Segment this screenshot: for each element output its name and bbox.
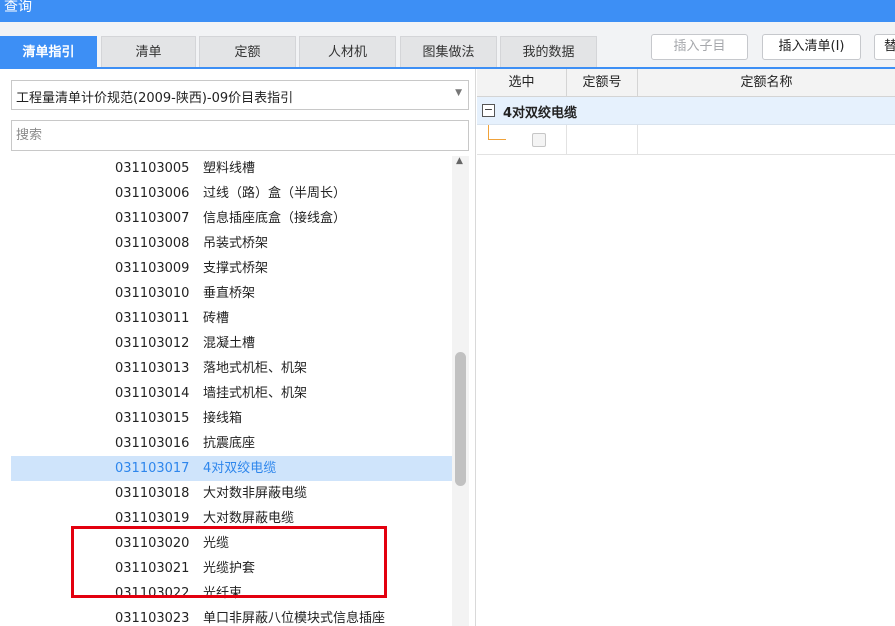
tree-item-name: 过线（路）盒（半周长） — [203, 186, 347, 201]
tree-item-code: 031103009 — [115, 261, 190, 276]
tab-atlas-method[interactable]: 图集做法 — [400, 36, 497, 68]
tree-item[interactable]: 031103006 过线（路）盒（半周长） — [11, 181, 452, 206]
search-input[interactable] — [11, 120, 469, 151]
tree-item[interactable]: 031103018 大对数非屏蔽电缆 — [11, 481, 452, 506]
tree-item-name: 塑料线槽 — [203, 161, 256, 176]
tree-item-code: 031103011 — [115, 311, 190, 326]
tab-my-data[interactable]: 我的数据 — [500, 36, 597, 68]
scrollbar-thumb[interactable] — [455, 352, 466, 486]
tree-item-code: 031103019 — [115, 511, 190, 526]
tree-item-code: 031103015 — [115, 411, 190, 426]
list-guide-tree: 031103005 塑料线槽 031103006 过线（路）盒（半周长） 0311030… — [11, 156, 452, 626]
tree-item-code: 031103021 — [115, 561, 190, 576]
tree-item[interactable]: 031103020 光缆 — [11, 531, 452, 556]
column-header-select[interactable]: 选中 — [477, 69, 567, 96]
tree-connector-line — [488, 139, 506, 140]
tree-item[interactable]: 031103014 墙挂式机柜、机架 — [11, 381, 452, 406]
tree-connector-line — [488, 125, 489, 139]
tree-item-code: 031103023 — [115, 611, 190, 626]
tree-item-name: 4对双绞电缆 — [203, 461, 277, 476]
replace-button[interactable]: 替 — [874, 34, 895, 60]
tree-item-name: 垂直桥架 — [203, 286, 256, 301]
tree-item[interactable]: 031103009 支撑式桥架 — [11, 256, 452, 281]
grid-header: 选中 定额号 定额名称 — [477, 69, 895, 97]
tree-item[interactable]: 031103008 吊装式桥架 — [11, 231, 452, 256]
tab-list-guide[interactable]: 清单指引 — [0, 36, 97, 68]
tree-item[interactable]: 031103005 塑料线槽 — [11, 156, 452, 181]
tree-item-code: 031103005 — [115, 161, 190, 176]
tab-labor-material-machine[interactable]: 人材机 — [299, 36, 396, 68]
right-pane: 选中 定额号 定额名称 − 4对双绞电缆 — [477, 69, 895, 626]
tree-item[interactable]: 031103010 垂直桥架 — [11, 281, 452, 306]
tree-item-code: 031103007 — [115, 211, 190, 226]
tree-item[interactable]: 031103012 混凝土槽 — [11, 331, 452, 356]
tree-item[interactable]: 031103022 光纤束 — [11, 581, 452, 606]
tree-item[interactable]: 031103007 信息插座底盒（接线盒） — [11, 206, 452, 231]
tree-item[interactable]: 031103013 落地式机柜、机架 — [11, 356, 452, 381]
window-title: 查询 — [4, 0, 32, 15]
tree-item-code: 031103020 — [115, 536, 190, 551]
tab-list[interactable]: 清单 — [101, 36, 196, 68]
tab-strip: 清单指引 清单 定额 人材机 图集做法 我的数据 插入子目 插入清单(I) 替 — [0, 22, 895, 68]
tree-item-name: 支撑式桥架 — [203, 261, 269, 276]
group-row[interactable]: − 4对双绞电缆 — [477, 97, 895, 125]
tree-item-code: 031103010 — [115, 286, 190, 301]
vertical-scrollbar[interactable]: ▲ — [452, 156, 469, 626]
tree-item-name: 接线箱 — [203, 411, 243, 426]
cell-divider — [566, 125, 567, 154]
tree-item-code: 031103006 — [115, 186, 190, 201]
tree-item-name: 墙挂式机柜、机架 — [203, 386, 308, 401]
tree-item[interactable]: 031103017 4对双绞电缆 — [11, 456, 452, 481]
select-checkbox[interactable] — [532, 133, 546, 147]
column-header-quota-no[interactable]: 定额号 — [567, 69, 638, 96]
tree-item-name: 单口非屏蔽八位模块式信息插座 — [203, 611, 386, 626]
tree-item[interactable]: 031103015 接线箱 — [11, 406, 452, 431]
tree-item-code: 031103008 — [115, 236, 190, 251]
scroll-up-arrow-icon[interactable]: ▲ — [456, 156, 463, 166]
tree-item[interactable]: 031103019 大对数屏蔽电缆 — [11, 506, 452, 531]
tree-item-name: 落地式机柜、机架 — [203, 361, 308, 376]
chevron-down-icon: ▼ — [455, 88, 462, 98]
tree-item-code: 031103012 — [115, 336, 190, 351]
group-label: 4对双绞电缆 — [503, 106, 578, 121]
tree-item-code: 031103022 — [115, 586, 190, 601]
tree-item-code: 031103018 — [115, 486, 190, 501]
standard-select[interactable]: 工程量清单计价规范(2009-陕西)-09价目表指引 ▼ — [11, 80, 469, 110]
tab-quota[interactable]: 定额 — [199, 36, 296, 68]
tree-item-name: 吊装式桥架 — [203, 236, 269, 251]
insert-child-button[interactable]: 插入子目 — [651, 34, 748, 60]
tree-item-name: 混凝土槽 — [203, 336, 256, 351]
tree-item-name: 光纤束 — [203, 586, 243, 601]
collapse-icon[interactable]: − — [482, 104, 495, 117]
tree-item-name: 大对数屏蔽电缆 — [203, 511, 295, 526]
tree-item-name: 大对数非屏蔽电缆 — [203, 486, 308, 501]
tree-item-name: 光缆 — [203, 536, 230, 551]
title-bar: 查询 — [0, 0, 895, 22]
tree-item-code: 031103016 — [115, 436, 190, 451]
tree-item-code: 031103017 — [115, 461, 190, 476]
tree-item-name: 光缆护套 — [203, 561, 256, 576]
tree-item[interactable]: 031103023 单口非屏蔽八位模块式信息插座 — [11, 606, 452, 626]
tree-item[interactable]: 031103011 砖槽 — [11, 306, 452, 331]
table-row[interactable] — [477, 125, 895, 155]
tree-item-name: 信息插座底盒（接线盒） — [203, 211, 347, 226]
left-pane: 工程量清单计价规范(2009-陕西)-09价目表指引 ▼ 031103005 塑料… — [0, 69, 476, 626]
cell-divider — [637, 125, 638, 154]
standard-select-value: 工程量清单计价规范(2009-陕西)-09价目表指引 — [16, 91, 294, 106]
tree-item-name: 砖槽 — [203, 311, 230, 326]
column-header-quota-name[interactable]: 定额名称 — [638, 69, 895, 96]
tree-item-name: 抗震底座 — [203, 436, 256, 451]
tree-item[interactable]: 031103021 光缆护套 — [11, 556, 452, 581]
tree-item-code: 031103013 — [115, 361, 190, 376]
insert-list-button[interactable]: 插入清单(I) — [762, 34, 861, 60]
tree-item[interactable]: 031103016 抗震底座 — [11, 431, 452, 456]
tree-item-code: 031103014 — [115, 386, 190, 401]
